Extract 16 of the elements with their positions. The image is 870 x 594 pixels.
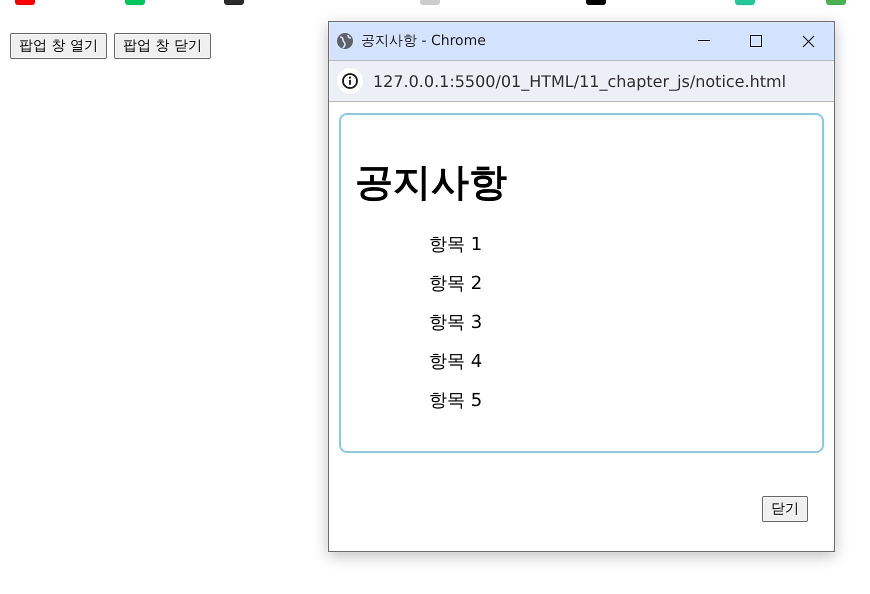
- window-title: 공지사항 - Chrome: [361, 32, 487, 50]
- notice-heading: 공지사항: [355, 159, 508, 206]
- close-button[interactable]: 닫기: [762, 496, 808, 522]
- list-item: 항목 3: [429, 311, 482, 335]
- info-icon[interactable]: [337, 68, 363, 94]
- url-text: 127.0.0.1:5500/01_HTML/11_chapter_js/notice.html: [373, 72, 786, 90]
- list-item: 항목 5: [429, 389, 482, 413]
- list-item: 항목 2: [429, 272, 482, 296]
- close-icon[interactable]: [802, 34, 814, 48]
- minimize-icon[interactable]: [698, 40, 710, 42]
- globe-icon: [336, 32, 354, 50]
- list-item: 항목 1: [429, 233, 482, 257]
- list-item: 항목 4: [429, 350, 482, 374]
- popup-button[interactable]: 팝업 창 열기: [10, 33, 107, 59]
- popup-button[interactable]: 팝업 창 닫기: [114, 33, 211, 59]
- maximize-icon[interactable]: [750, 35, 762, 47]
